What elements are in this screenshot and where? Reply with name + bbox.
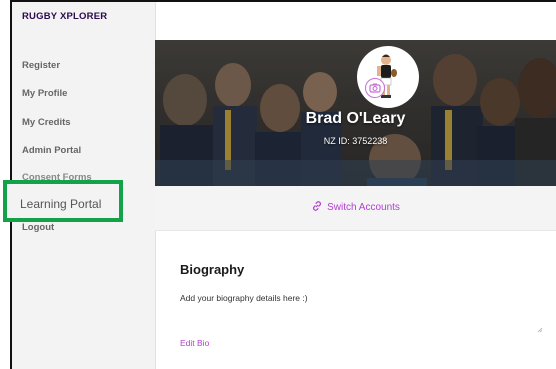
- link-icon: [313, 201, 322, 211]
- sidebar-item-my-profile[interactable]: My Profile: [22, 88, 67, 99]
- sidebar-item-learning-portal[interactable]: Learning Portal: [20, 197, 101, 211]
- profile-name: Brad O'Leary: [305, 110, 406, 127]
- app-logo-text: RUGBY XPLORER: [22, 11, 108, 22]
- switch-accounts-label: Switch Accounts: [327, 202, 400, 213]
- sidebar-item-logout[interactable]: Logout: [22, 222, 54, 233]
- change-photo-button[interactable]: [365, 78, 385, 98]
- rugby-player-icon: [377, 54, 397, 98]
- camera-icon: [369, 83, 381, 93]
- sidebar-item-admin-portal[interactable]: Admin Portal: [22, 145, 81, 156]
- switch-accounts-link[interactable]: Switch Accounts: [155, 200, 556, 213]
- switch-accounts-bar: Switch Accounts: [155, 186, 556, 231]
- profile-id: NZ ID: 3752238: [323, 136, 388, 146]
- avatar[interactable]: [357, 46, 419, 108]
- biography-heading: Biography: [180, 262, 245, 277]
- app-logo[interactable]: RUGBY XPLORER: [22, 11, 107, 22]
- edit-bio-link[interactable]: Edit Bio: [180, 338, 209, 348]
- sidebar-item-my-credits[interactable]: My Credits: [22, 117, 71, 128]
- resize-handle-icon[interactable]: [537, 327, 543, 333]
- profile-banner: Brad O'Leary NZ ID: 3752238: [155, 40, 556, 186]
- biography-text[interactable]: Add your biography details here :): [180, 293, 308, 303]
- sidebar-item-register[interactable]: Register: [22, 60, 60, 71]
